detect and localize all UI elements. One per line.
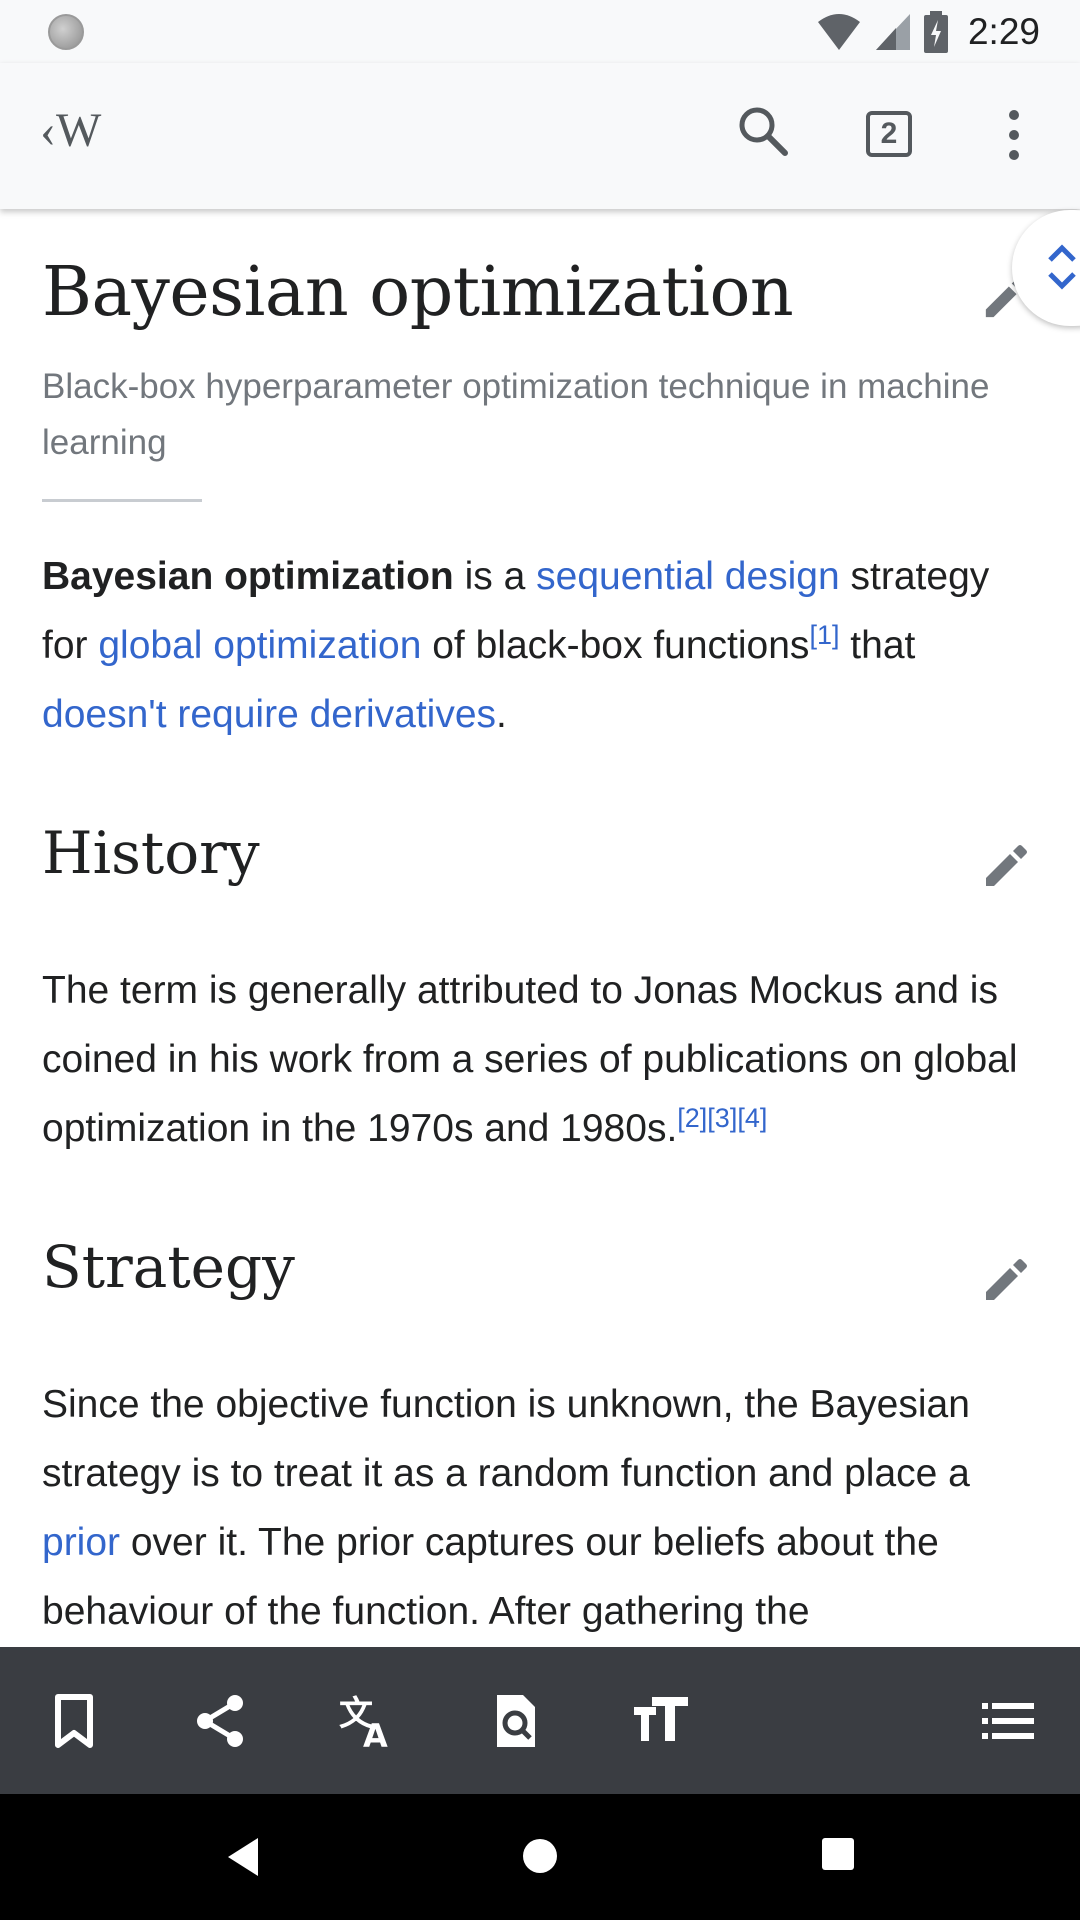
top-toolbar: ‹W 2 — [0, 63, 1080, 209]
loading-icon — [48, 14, 84, 50]
more-vert-icon[interactable] — [1000, 107, 1028, 163]
intro-paragraph: Bayesian optimization is a sequential de… — [42, 542, 1042, 749]
reference-links[interactable]: [2][3][4] — [677, 1103, 767, 1133]
intro-bold: Bayesian optimization — [42, 555, 454, 598]
back-icon[interactable] — [222, 1834, 262, 1880]
status-bar: 2:29 — [0, 0, 1080, 63]
share-icon[interactable] — [191, 1691, 251, 1751]
home-icon[interactable] — [520, 1836, 560, 1876]
history-text: The term is generally attributed to Jona… — [42, 969, 1018, 1150]
bookmark-icon[interactable] — [44, 1691, 104, 1751]
section-heading-history: History — [42, 819, 260, 887]
svg-text:A: A — [363, 1717, 388, 1751]
link-global-optimization[interactable]: global optimization — [98, 624, 421, 667]
page-action-bar: 文 A — [0, 1647, 1080, 1794]
link-sequential-design[interactable]: sequential design — [536, 555, 840, 598]
text-size-icon[interactable] — [632, 1691, 692, 1751]
edit-icon[interactable] — [982, 840, 1032, 890]
page-title: Bayesian optimization — [42, 253, 794, 332]
intro-text: is a — [453, 555, 537, 598]
strategy-text: over it. The prior captures our beliefs … — [42, 1521, 939, 1633]
status-icons: 2:29 — [816, 8, 1040, 56]
link-derivative-free[interactable]: doesn't require derivatives — [42, 693, 496, 736]
page-description: Black-box hyperparameter optimization te… — [42, 367, 990, 462]
recents-icon[interactable] — [820, 1836, 856, 1872]
intro-text: . — [496, 693, 507, 736]
edit-icon[interactable] — [982, 1254, 1032, 1304]
chevron-up-down-icon — [1048, 244, 1076, 290]
link-prior[interactable]: prior — [42, 1521, 120, 1564]
search-icon[interactable] — [735, 103, 791, 159]
section-heading-strategy: Strategy — [42, 1233, 295, 1301]
contents-icon[interactable] — [978, 1691, 1038, 1751]
intro-text: that — [839, 624, 916, 667]
reference-link[interactable]: [1] — [809, 620, 839, 650]
find-in-page-icon[interactable] — [485, 1691, 545, 1751]
status-time: 2:29 — [967, 11, 1040, 52]
battery-charging-icon — [923, 11, 948, 53]
translate-icon[interactable]: 文 A — [337, 1691, 397, 1751]
cell-signal-icon — [875, 14, 910, 50]
wikipedia-home-button[interactable]: ‹W — [40, 103, 101, 158]
divider — [42, 499, 202, 502]
strategy-text: Since the objective function is unknown,… — [42, 1383, 970, 1495]
intro-text: of black-box functions — [421, 624, 810, 667]
strategy-paragraph: Since the objective function is unknown,… — [42, 1370, 1042, 1646]
system-nav-bar — [0, 1794, 1080, 1920]
tabs-button[interactable]: 2 — [866, 111, 912, 157]
wifi-icon — [817, 14, 860, 50]
history-paragraph: The term is generally attributed to Jona… — [42, 956, 1042, 1163]
